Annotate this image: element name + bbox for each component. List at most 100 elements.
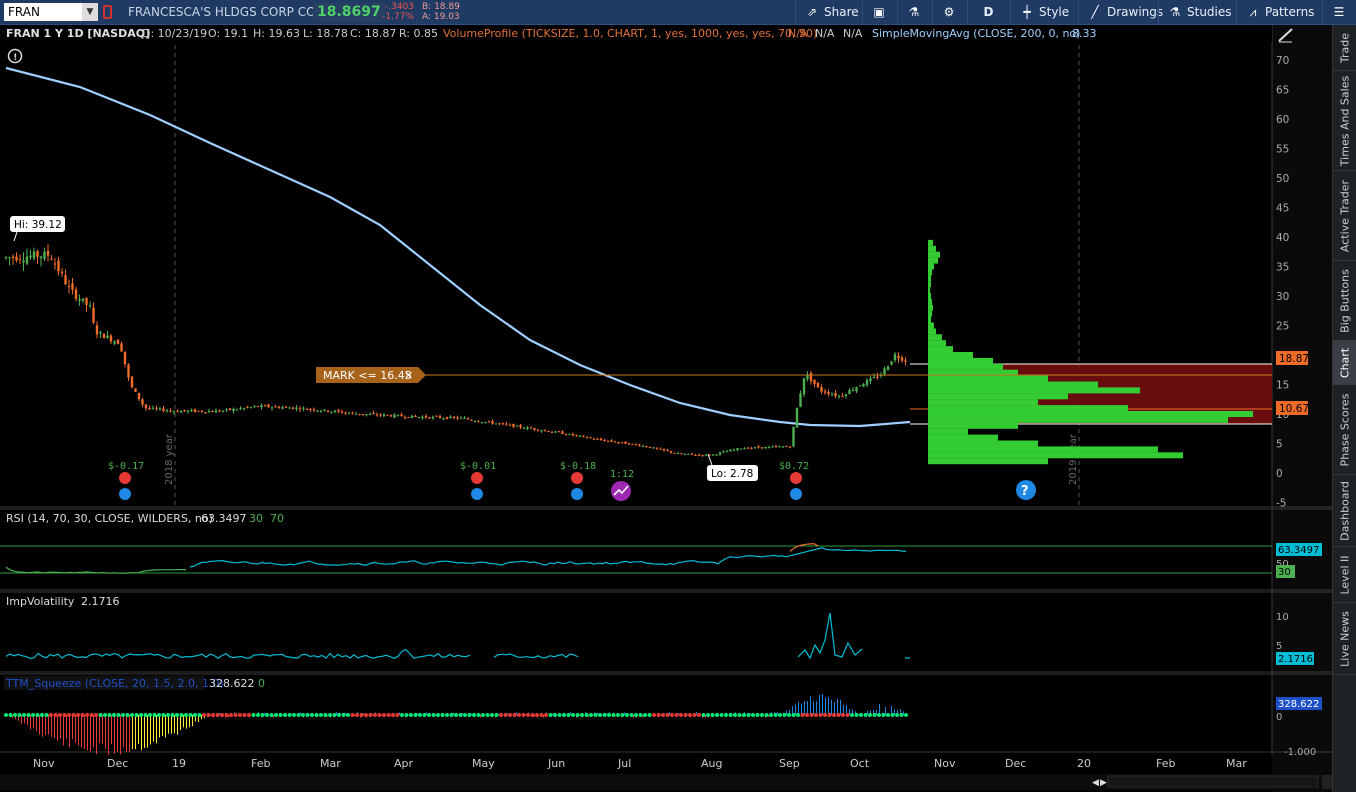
ohlc-range: R: 0.85 bbox=[399, 27, 438, 40]
tab-times-and-sales[interactable]: Times And Sales bbox=[1333, 71, 1356, 171]
earnings-icon[interactable] bbox=[571, 472, 583, 484]
tab-trade[interactable]: Trade bbox=[1333, 25, 1356, 71]
profile-bar bbox=[928, 334, 942, 341]
candle-body bbox=[529, 427, 533, 429]
squeeze-dot bbox=[791, 713, 796, 717]
earnings-icon[interactable] bbox=[119, 472, 131, 484]
profile-bar bbox=[928, 275, 931, 282]
menu-button[interactable]: ☰ bbox=[1322, 0, 1356, 25]
earnings-label: $0.72 bbox=[779, 461, 809, 472]
candle-body bbox=[221, 410, 225, 412]
price-axis-label: 65 bbox=[1276, 85, 1289, 97]
dividend-icon[interactable] bbox=[571, 488, 583, 500]
time-axis-label: Apr bbox=[394, 757, 414, 770]
squeeze-dot bbox=[139, 713, 143, 717]
candle-body bbox=[753, 447, 757, 449]
share-button[interactable]: ⇗ Share bbox=[795, 0, 861, 25]
candle-body bbox=[218, 410, 221, 412]
squeeze-bar bbox=[81, 715, 82, 748]
candle-body bbox=[396, 414, 400, 416]
squeeze-label[interactable]: TTM_Squeeze (CLOSE, 20, 1.5, 2.0, 1.0) bbox=[5, 677, 224, 690]
scroll-right-icon[interactable]: ▶ bbox=[1100, 778, 1107, 788]
candle-body bbox=[347, 412, 351, 414]
poc-badge: 10.67 bbox=[1276, 401, 1309, 415]
squeeze-dot bbox=[872, 713, 877, 717]
volume-profile-label[interactable]: VolumeProfile (TICKSIZE, 1.0, CHART, 1, … bbox=[443, 27, 817, 40]
squeeze-dot bbox=[8, 713, 13, 717]
squeeze-bar bbox=[69, 715, 70, 748]
price-axis-label: 70 bbox=[1276, 55, 1289, 67]
candle-body bbox=[589, 437, 592, 439]
tab-dashboard[interactable]: Dashboard bbox=[1333, 475, 1356, 547]
candle-body bbox=[855, 387, 858, 392]
settings-button[interactable]: ⚙ bbox=[932, 0, 966, 25]
scrollbar-zoom-area[interactable] bbox=[1107, 775, 1319, 788]
chart-title[interactable]: FRAN 1 Y 1D [NASDAQ] bbox=[6, 27, 150, 40]
candle-body bbox=[11, 256, 15, 258]
mark-label[interactable]: MARK <= 16.45 ✕ bbox=[316, 367, 426, 383]
candle-body bbox=[351, 412, 354, 414]
squeeze-dot bbox=[53, 713, 58, 717]
price-axis-label: 55 bbox=[1276, 144, 1289, 156]
rsi-os-badge: 30 bbox=[1276, 565, 1295, 578]
candle-body bbox=[414, 416, 417, 418]
close-icon[interactable]: ✕ bbox=[404, 369, 413, 382]
time-axis-label: 20 bbox=[1077, 757, 1091, 770]
chart-area[interactable]: 2018 year 2019 year FRAN 1 Y 1D [NASDAQ]… bbox=[0, 25, 1332, 792]
squeeze-dot bbox=[386, 713, 391, 717]
profile-bar bbox=[928, 352, 973, 358]
studies-button[interactable]: ⚗ Studies bbox=[1158, 0, 1236, 25]
style-button[interactable]: ┿ Style bbox=[1010, 0, 1078, 25]
candle-body bbox=[536, 429, 540, 431]
squeeze-bar bbox=[72, 715, 73, 740]
sma-label[interactable]: SimpleMovingAvg (CLOSE, 200, 0, no) bbox=[872, 27, 1080, 40]
tab-big-buttons[interactable]: Big Buttons bbox=[1333, 261, 1356, 341]
squeeze-bar bbox=[162, 715, 163, 736]
candle-body bbox=[39, 256, 43, 259]
patterns-button[interactable]: ⩘ Patterns bbox=[1236, 0, 1322, 25]
candle-body bbox=[144, 404, 148, 409]
chart-canvas[interactable]: 2018 year 2019 year FRAN 1 Y 1D [NASDAQ]… bbox=[0, 25, 1332, 792]
squeeze-dot bbox=[238, 713, 242, 717]
tab-live-news[interactable]: Live News bbox=[1333, 603, 1356, 675]
tab-level-ii[interactable]: Level II bbox=[1333, 547, 1356, 603]
snapshot-button[interactable]: ▣ bbox=[862, 0, 896, 25]
candle-body bbox=[214, 410, 218, 413]
profile-bar bbox=[928, 346, 953, 353]
link-icon[interactable] bbox=[103, 5, 112, 19]
dividend-icon[interactable] bbox=[471, 488, 483, 500]
drawings-label: Drawings bbox=[1107, 5, 1164, 19]
squeeze-dot bbox=[877, 713, 881, 717]
period-button[interactable]: D bbox=[967, 0, 1009, 25]
scrollbar-handle[interactable] bbox=[1322, 775, 1332, 789]
candle-body bbox=[316, 410, 319, 412]
iv-label[interactable]: ImpVolatility bbox=[6, 595, 75, 608]
sma-value: 8.33 bbox=[1072, 27, 1097, 40]
tab-active-trader[interactable]: Active Trader bbox=[1333, 171, 1356, 261]
profile-bar bbox=[928, 381, 1098, 388]
squeeze-dot bbox=[724, 713, 728, 717]
flask-button[interactable]: ⚗ bbox=[897, 0, 931, 25]
ohlc-close: C: 18.87 bbox=[350, 27, 396, 40]
drawings-button[interactable]: ╱ Drawings bbox=[1078, 0, 1163, 25]
profile-bar bbox=[928, 440, 1038, 447]
tab-phase-scores[interactable]: Phase Scores bbox=[1333, 385, 1356, 475]
squeeze-dot bbox=[845, 713, 850, 717]
squeeze-bar bbox=[51, 715, 52, 737]
squeeze-dot bbox=[490, 713, 494, 717]
earnings-icon[interactable] bbox=[790, 472, 802, 484]
symbol-dropdown-icon[interactable]: ▼ bbox=[82, 3, 98, 21]
profile-bar bbox=[928, 393, 1068, 400]
squeeze-dot bbox=[499, 713, 503, 717]
rsi-label[interactable]: RSI (14, 70, 30, CLOSE, WILDERS, no) bbox=[6, 512, 213, 525]
earnings-label: $-0.18 bbox=[560, 461, 596, 472]
dividend-icon[interactable] bbox=[790, 488, 802, 500]
squeeze-dot bbox=[544, 713, 548, 717]
earnings-icon[interactable] bbox=[471, 472, 483, 484]
scroll-left-icon[interactable]: ◀ bbox=[1092, 778, 1099, 788]
tab-chart[interactable]: Chart bbox=[1333, 341, 1356, 385]
dividend-icon[interactable] bbox=[119, 488, 131, 500]
candle-body bbox=[354, 413, 358, 415]
profile-bar bbox=[928, 281, 931, 288]
squeeze-bar bbox=[102, 715, 103, 744]
